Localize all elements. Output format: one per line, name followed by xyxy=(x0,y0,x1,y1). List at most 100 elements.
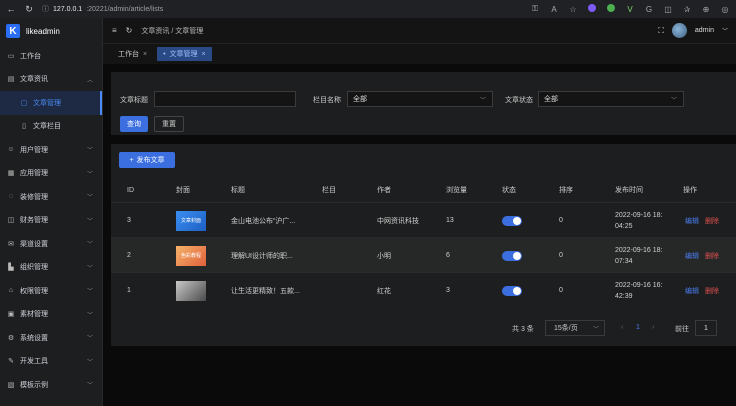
title-filter-input[interactable] xyxy=(154,91,296,107)
cell-cover[interactable] xyxy=(176,273,206,308)
delete-link[interactable]: 删除 xyxy=(705,251,719,261)
cell-cover[interactable]: 文章封面 xyxy=(176,203,206,238)
reader-icon[interactable]: A xyxy=(549,5,559,14)
sidebar-item-workbench[interactable]: ▭ 工作台 xyxy=(0,44,102,68)
close-icon[interactable]: × xyxy=(202,51,206,58)
sidebar-item-devtools[interactable]: ✎ 开发工具 ﹀ xyxy=(0,350,102,374)
pagination: 共 3 条 15条/页 ﹀ ‹ 1 › 前往 1 xyxy=(111,320,736,338)
add-article-button[interactable]: + 发布文章 xyxy=(119,152,175,168)
cell-views: 6 xyxy=(446,252,450,259)
sidebar-item-material[interactable]: ▣ 素材管理 ﹀ xyxy=(0,303,102,327)
cell-actions: 编辑 删除 xyxy=(685,238,719,273)
sidebar-item-articles[interactable]: ▤ 文章资讯 ︿ xyxy=(0,68,102,92)
cover-image: 色彩教程 xyxy=(176,245,206,266)
sidebar-item-article-manage[interactable]: ▢ 文章管理 xyxy=(0,91,102,115)
status-toggle[interactable] xyxy=(502,250,522,261)
chevron-down-icon[interactable]: ﹀ xyxy=(722,26,728,35)
close-icon[interactable]: × xyxy=(143,51,147,58)
cover-image xyxy=(176,280,206,301)
sidebar-item-users[interactable]: ☺ 用户管理 ﹀ xyxy=(0,138,102,162)
cell-id: 2 xyxy=(127,252,131,259)
url-host: 127.0.0.1 xyxy=(53,5,83,13)
collections-icon[interactable]: ⊕ xyxy=(701,5,711,14)
cell-sort: 0 xyxy=(559,252,563,259)
edit-link[interactable]: 编辑 xyxy=(685,216,699,226)
favorites-icon[interactable]: ✰ xyxy=(682,5,692,14)
menu-fold-icon[interactable]: ≡ xyxy=(112,26,117,35)
status-toggle[interactable] xyxy=(502,215,522,226)
star-icon[interactable]: ☆ xyxy=(568,5,578,14)
user-name[interactable]: admin xyxy=(695,27,714,34)
extension-icon[interactable]: V xyxy=(625,5,635,14)
status-toggle[interactable] xyxy=(502,285,522,296)
column-icon: ▯ xyxy=(22,123,26,131)
sidebar-item-channel[interactable]: ✉ 渠道设置 ﹀ xyxy=(0,232,102,256)
doc-icon: ▢ xyxy=(20,99,28,107)
column-header-cover: 封面 xyxy=(176,187,190,194)
column-header-title: 标题 xyxy=(231,187,245,194)
chevron-down-icon: ﹀ xyxy=(86,218,93,225)
sidebar-item-templates[interactable]: ▧ 模板示例 ﹀ xyxy=(0,373,102,397)
sidebar-item-label: 工作台 xyxy=(20,52,41,60)
table-row: 3 文章封面 金山电池公布“沪广... 中网资讯科技 13 0 2022-09-… xyxy=(111,202,736,237)
tab-label: 工作台 xyxy=(118,51,139,58)
template-icon: ▧ xyxy=(7,381,15,389)
avatar[interactable] xyxy=(671,23,687,38)
sidebar-item-system[interactable]: ⚙ 系统设置 ﹀ xyxy=(0,326,102,350)
sidebar-item-permission[interactable]: ⌂ 权限管理 ﹀ xyxy=(0,279,102,303)
select-value: 全部 xyxy=(544,96,558,103)
reload-icon[interactable]: ↻ xyxy=(24,4,34,15)
page-number[interactable]: 1 xyxy=(636,324,640,331)
tab-article-manage[interactable]: • 文章管理 × xyxy=(157,47,212,61)
delete-link[interactable]: 删除 xyxy=(705,286,719,296)
extension-icon[interactable] xyxy=(606,4,616,14)
fullscreen-icon[interactable]: ⛶ xyxy=(658,26,664,36)
plus-icon: + xyxy=(129,156,134,164)
goto-page-input[interactable]: 1 xyxy=(695,320,717,336)
active-dot-icon: • xyxy=(163,50,166,58)
column-filter-select[interactable]: 全部 ﹀ xyxy=(347,91,493,107)
tab-workbench[interactable]: 工作台 × xyxy=(112,47,153,61)
cell-cover[interactable]: 色彩教程 xyxy=(176,238,206,273)
reset-button[interactable]: 重置 xyxy=(154,116,184,132)
sidebar-item-org[interactable]: ▙ 组织管理 ﹀ xyxy=(0,256,102,280)
sidebar-item-finance[interactable]: ◫ 财务管理 ﹀ xyxy=(0,209,102,233)
cell-author: 中网资讯科技 xyxy=(377,217,419,225)
org-icon: ▙ xyxy=(8,264,14,272)
sidebar-item-decor[interactable]: ◌ 装修管理 ﹀ xyxy=(0,185,102,209)
edit-link[interactable]: 编辑 xyxy=(685,251,699,261)
delete-link[interactable]: 删除 xyxy=(705,216,719,226)
back-icon[interactable]: ← xyxy=(6,4,16,14)
sidebar-item-label: 系统设置 xyxy=(20,334,48,342)
cell-status[interactable] xyxy=(502,203,522,238)
time-clock: 42:39 xyxy=(615,292,633,300)
chevron-down-icon: ﹀ xyxy=(670,97,677,104)
query-button[interactable]: 查询 xyxy=(120,116,148,132)
profile-icon[interactable]: ◎ xyxy=(720,5,730,14)
refresh-icon[interactable]: ↻ xyxy=(126,26,133,35)
chevron-down-icon: ﹀ xyxy=(86,359,93,366)
prev-page-icon[interactable]: ‹ xyxy=(621,324,623,331)
cell-status[interactable] xyxy=(502,238,522,273)
next-page-icon[interactable]: › xyxy=(652,324,654,331)
sidebar-item-article-column[interactable]: ▯ 文章栏目 xyxy=(0,115,102,139)
status-filter-select[interactable]: 全部 ﹀ xyxy=(538,91,684,107)
select-value: 15条/页 xyxy=(554,325,578,332)
chevron-down-icon: ﹀ xyxy=(86,336,93,343)
page-size-select[interactable]: 15条/页 ﹀ xyxy=(545,320,605,336)
article-table-card: + 发布文章 ID 封面 标题 栏目 作者 浏览量 状态 排序 发布时间 操作 … xyxy=(111,144,736,346)
extension-icon[interactable]: G xyxy=(644,5,654,14)
edit-link[interactable]: 编辑 xyxy=(685,286,699,296)
split-icon[interactable]: ◫ xyxy=(663,5,673,14)
address-bar[interactable]: ⓘ 127.0.0.1:20221/admin/article/lists xyxy=(42,4,163,14)
key-icon[interactable]: ⚿ xyxy=(530,4,540,14)
table-header: ID 封面 标题 栏目 作者 浏览量 状态 排序 发布时间 操作 xyxy=(111,180,736,200)
sidebar-item-apps[interactable]: ▦ 应用管理 ﹀ xyxy=(0,162,102,186)
url-path: :20221/admin/article/lists xyxy=(86,5,164,13)
brand-name: likeadmin xyxy=(26,26,60,36)
cell-status[interactable] xyxy=(502,273,522,308)
cell-views: 13 xyxy=(446,217,454,224)
user-icon: ☺ xyxy=(7,146,15,154)
chevron-down-icon: ﹀ xyxy=(479,97,486,104)
extension-icon[interactable] xyxy=(587,4,597,14)
